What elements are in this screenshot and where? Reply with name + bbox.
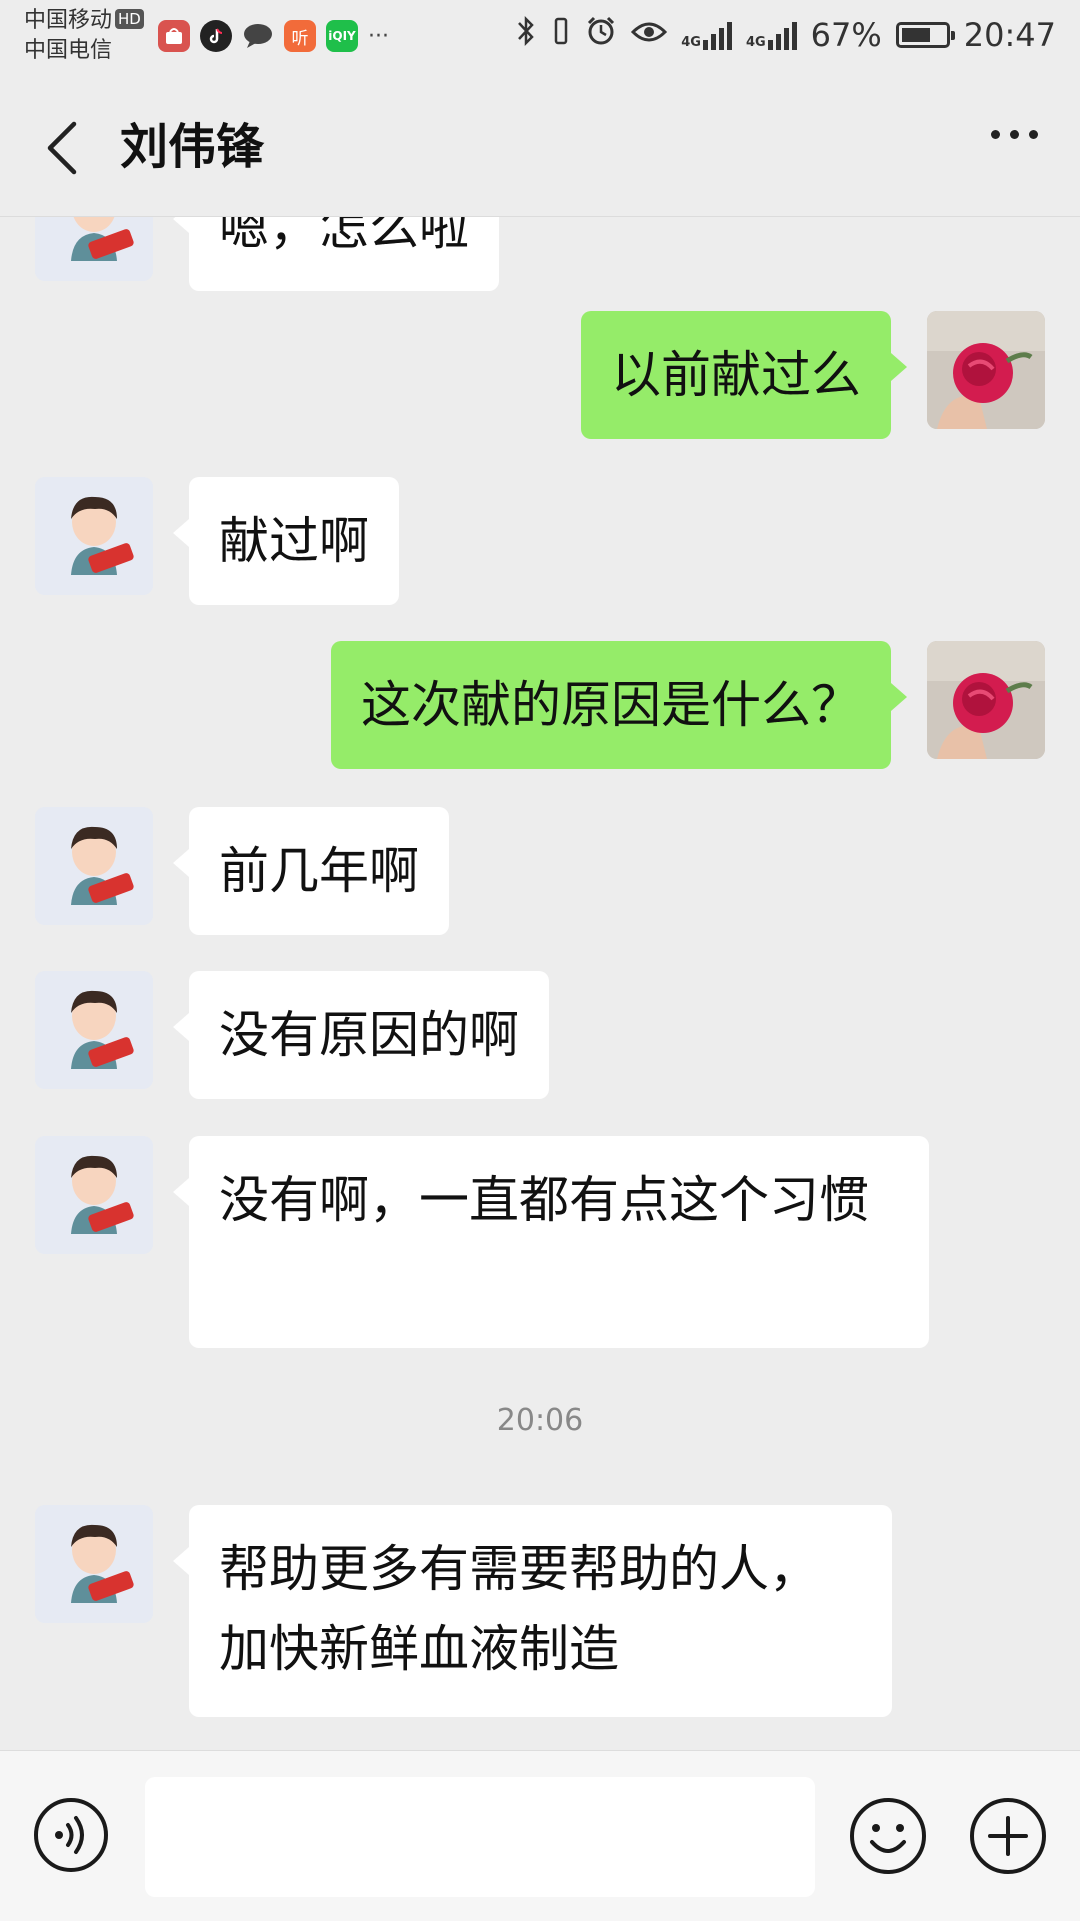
timestamp: 20:06 [496,1403,584,1438]
battery-icon [895,22,955,48]
battery-percent: 67% [810,16,882,54]
boy-avatar-icon [35,1505,153,1623]
boy-avatar-icon [35,807,153,925]
incoming-message[interactable]: 献过啊 [173,477,399,605]
outgoing-message[interactable]: 以前献过么 [581,311,907,439]
clock: 20:47 [963,16,1056,54]
outgoing-message[interactable]: 这次献的原因是什么？ [331,641,907,769]
signal-1: 4G [681,20,732,50]
alarm-icon [585,15,617,55]
signal-bars-icon [767,20,797,50]
chat-bubble-icon [242,20,274,52]
message-text: 以前献过么 [611,346,861,404]
battery-fill [901,28,930,42]
incoming-message[interactable]: 前几年啊 [173,807,449,935]
message-text: 没有啊，一直都有点这个习惯 [219,1171,869,1229]
plus-icon [970,1798,1046,1874]
message-list[interactable]: 嗯，怎么啦 以前献过么 献过啊 这次献的原因是什么？ 前几年啊 没有原因的啊 没… [0,217,1080,1750]
bluetooth-icon [515,14,537,56]
contact-avatar[interactable] [35,807,153,925]
chat-title: 刘伟锋 [120,119,265,175]
tiktok-icon [200,20,232,52]
contact-avatar[interactable] [35,971,153,1089]
hd-badge: HD [115,9,144,29]
signal-2: 4G [746,20,797,50]
boy-avatar-icon [35,1136,153,1254]
ting-icon: 听 [284,20,316,52]
emoji-icon [850,1798,926,1874]
message-text: 前几年啊 [219,842,419,900]
eye-icon [631,16,668,54]
voice-icon [34,1798,108,1872]
plus-button[interactable] [968,1796,1048,1876]
chevron-left-icon [47,121,77,175]
boy-avatar-icon [35,971,153,1089]
emoji-button[interactable] [848,1796,928,1876]
incoming-message[interactable]: 没有原因的啊 [173,971,549,1099]
carrier-info: 中国移动 HD 中国电信 [24,6,144,66]
contact-avatar[interactable] [35,477,153,595]
vibrate-icon [551,14,571,56]
back-button[interactable] [38,116,98,176]
input-bar [0,1750,1080,1921]
rose-avatar-icon [927,311,1045,429]
message-text: 献过啊 [219,512,369,570]
message-input[interactable] [145,1777,815,1897]
incoming-message[interactable]: 帮助更多有需要帮助的人，加快新鲜血液制造 [173,1505,892,1717]
more-notifications: ··· [368,23,389,49]
my-avatar[interactable] [927,311,1045,429]
notification-icons: 听 iQIY ··· [158,20,389,52]
signal-bars-icon [702,20,732,50]
boy-avatar-icon [35,217,153,281]
message-text: 嗯，怎么啦 [219,217,469,256]
incoming-message[interactable]: 嗯，怎么啦 [173,217,499,291]
rose-avatar-icon [927,641,1045,759]
more-button[interactable] [991,130,1038,139]
message-text: 没有原因的啊 [219,1006,519,1064]
network-2-label: 4G [745,35,766,50]
voice-button[interactable] [32,1796,110,1874]
contact-avatar[interactable] [35,1136,153,1254]
iqiyi-icon: iQIY [326,20,358,52]
carrier-2: 中国电信 [24,38,113,63]
contact-avatar[interactable] [35,217,153,281]
contact-avatar[interactable] [35,1505,153,1623]
more-dots-icon [991,130,1038,139]
message-text: 帮助更多有需要帮助的人，加快新鲜血液制造 [219,1540,819,1678]
system-status: 4G 4G 67% 20:47 [515,14,1056,56]
my-avatar[interactable] [927,641,1045,759]
network-1-label: 4G [681,35,701,50]
message-text: 这次献的原因是什么？ [361,676,861,734]
carrier-1: 中国移动 [24,8,113,33]
status-bar: 中国移动 HD 中国电信 听 iQIY ··· 4G 4G 67% 20:47 [0,0,1080,80]
boy-avatar-icon [35,477,153,595]
chat-header: 刘伟锋 [0,80,1080,217]
huawei-store-icon [158,20,190,52]
incoming-message[interactable]: 没有啊，一直都有点这个习惯 [173,1136,929,1348]
